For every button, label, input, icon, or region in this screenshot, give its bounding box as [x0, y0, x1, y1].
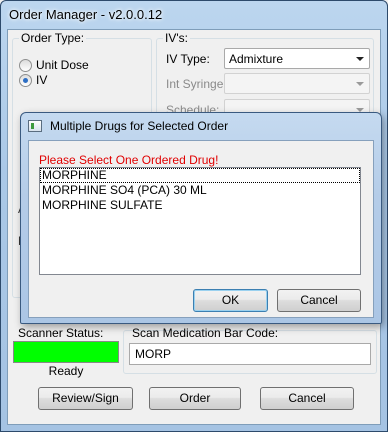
chevron-down-icon[interactable]: [356, 82, 364, 86]
radio-unit-dose-label: Unit Dose: [36, 58, 89, 72]
dialog-prompt: Please Select One Ordered Drug!: [39, 153, 219, 167]
cancel-button[interactable]: Cancel: [260, 387, 354, 410]
radio-iv-indicator[interactable]: [19, 73, 32, 87]
iv-type-value: Admixture: [229, 52, 284, 66]
int-syringe-label: Int Syringe:: [166, 77, 227, 91]
int-syringe-select[interactable]: [224, 73, 370, 94]
scanner-status-text: Ready: [48, 364, 84, 378]
drug-list-item[interactable]: MORPHINE: [40, 168, 360, 183]
radio-iv[interactable]: IV: [19, 73, 47, 87]
review-sign-button[interactable]: Review/Sign: [38, 387, 133, 410]
radio-unit-dose-indicator[interactable]: [19, 58, 32, 72]
dialog-title: Multiple Drugs for Selected Order: [50, 119, 229, 133]
multiple-drugs-dialog: Multiple Drugs for Selected Order Please…: [20, 112, 382, 324]
drug-listbox[interactable]: MORPHINE MORPHINE SO4 (PCA) 30 ML MORPHI…: [39, 167, 361, 275]
chevron-down-icon[interactable]: [356, 57, 364, 61]
barcode-label: Scan Medication Bar Code:: [132, 326, 279, 340]
dialog-cancel-button[interactable]: Cancel: [277, 289, 361, 312]
dialog-client-area: Please Select One Ordered Drug! MORPHINE…: [28, 140, 374, 318]
order-button[interactable]: Order: [149, 387, 241, 410]
ivs-group-label: IV's:: [163, 31, 190, 45]
scanner-status-label: Scanner Status:: [18, 326, 104, 340]
window-title: Order Manager - v2.0.0.12: [9, 7, 163, 22]
scanner-status-indicator: [13, 341, 119, 363]
barcode-input[interactable]: MORP: [129, 343, 371, 365]
iv-type-label: IV Type:: [166, 52, 210, 66]
order-type-group-label: Order Type:: [19, 31, 87, 45]
iv-type-select[interactable]: Admixture: [224, 48, 370, 69]
dialog-app-icon: [28, 120, 42, 132]
ok-button[interactable]: OK: [193, 289, 268, 312]
drug-list-item[interactable]: MORPHINE SULFATE: [40, 198, 360, 213]
drug-list-item[interactable]: MORPHINE SO4 (PCA) 30 ML: [40, 183, 360, 198]
radio-unit-dose[interactable]: Unit Dose: [19, 58, 89, 72]
radio-iv-label: IV: [36, 73, 48, 87]
